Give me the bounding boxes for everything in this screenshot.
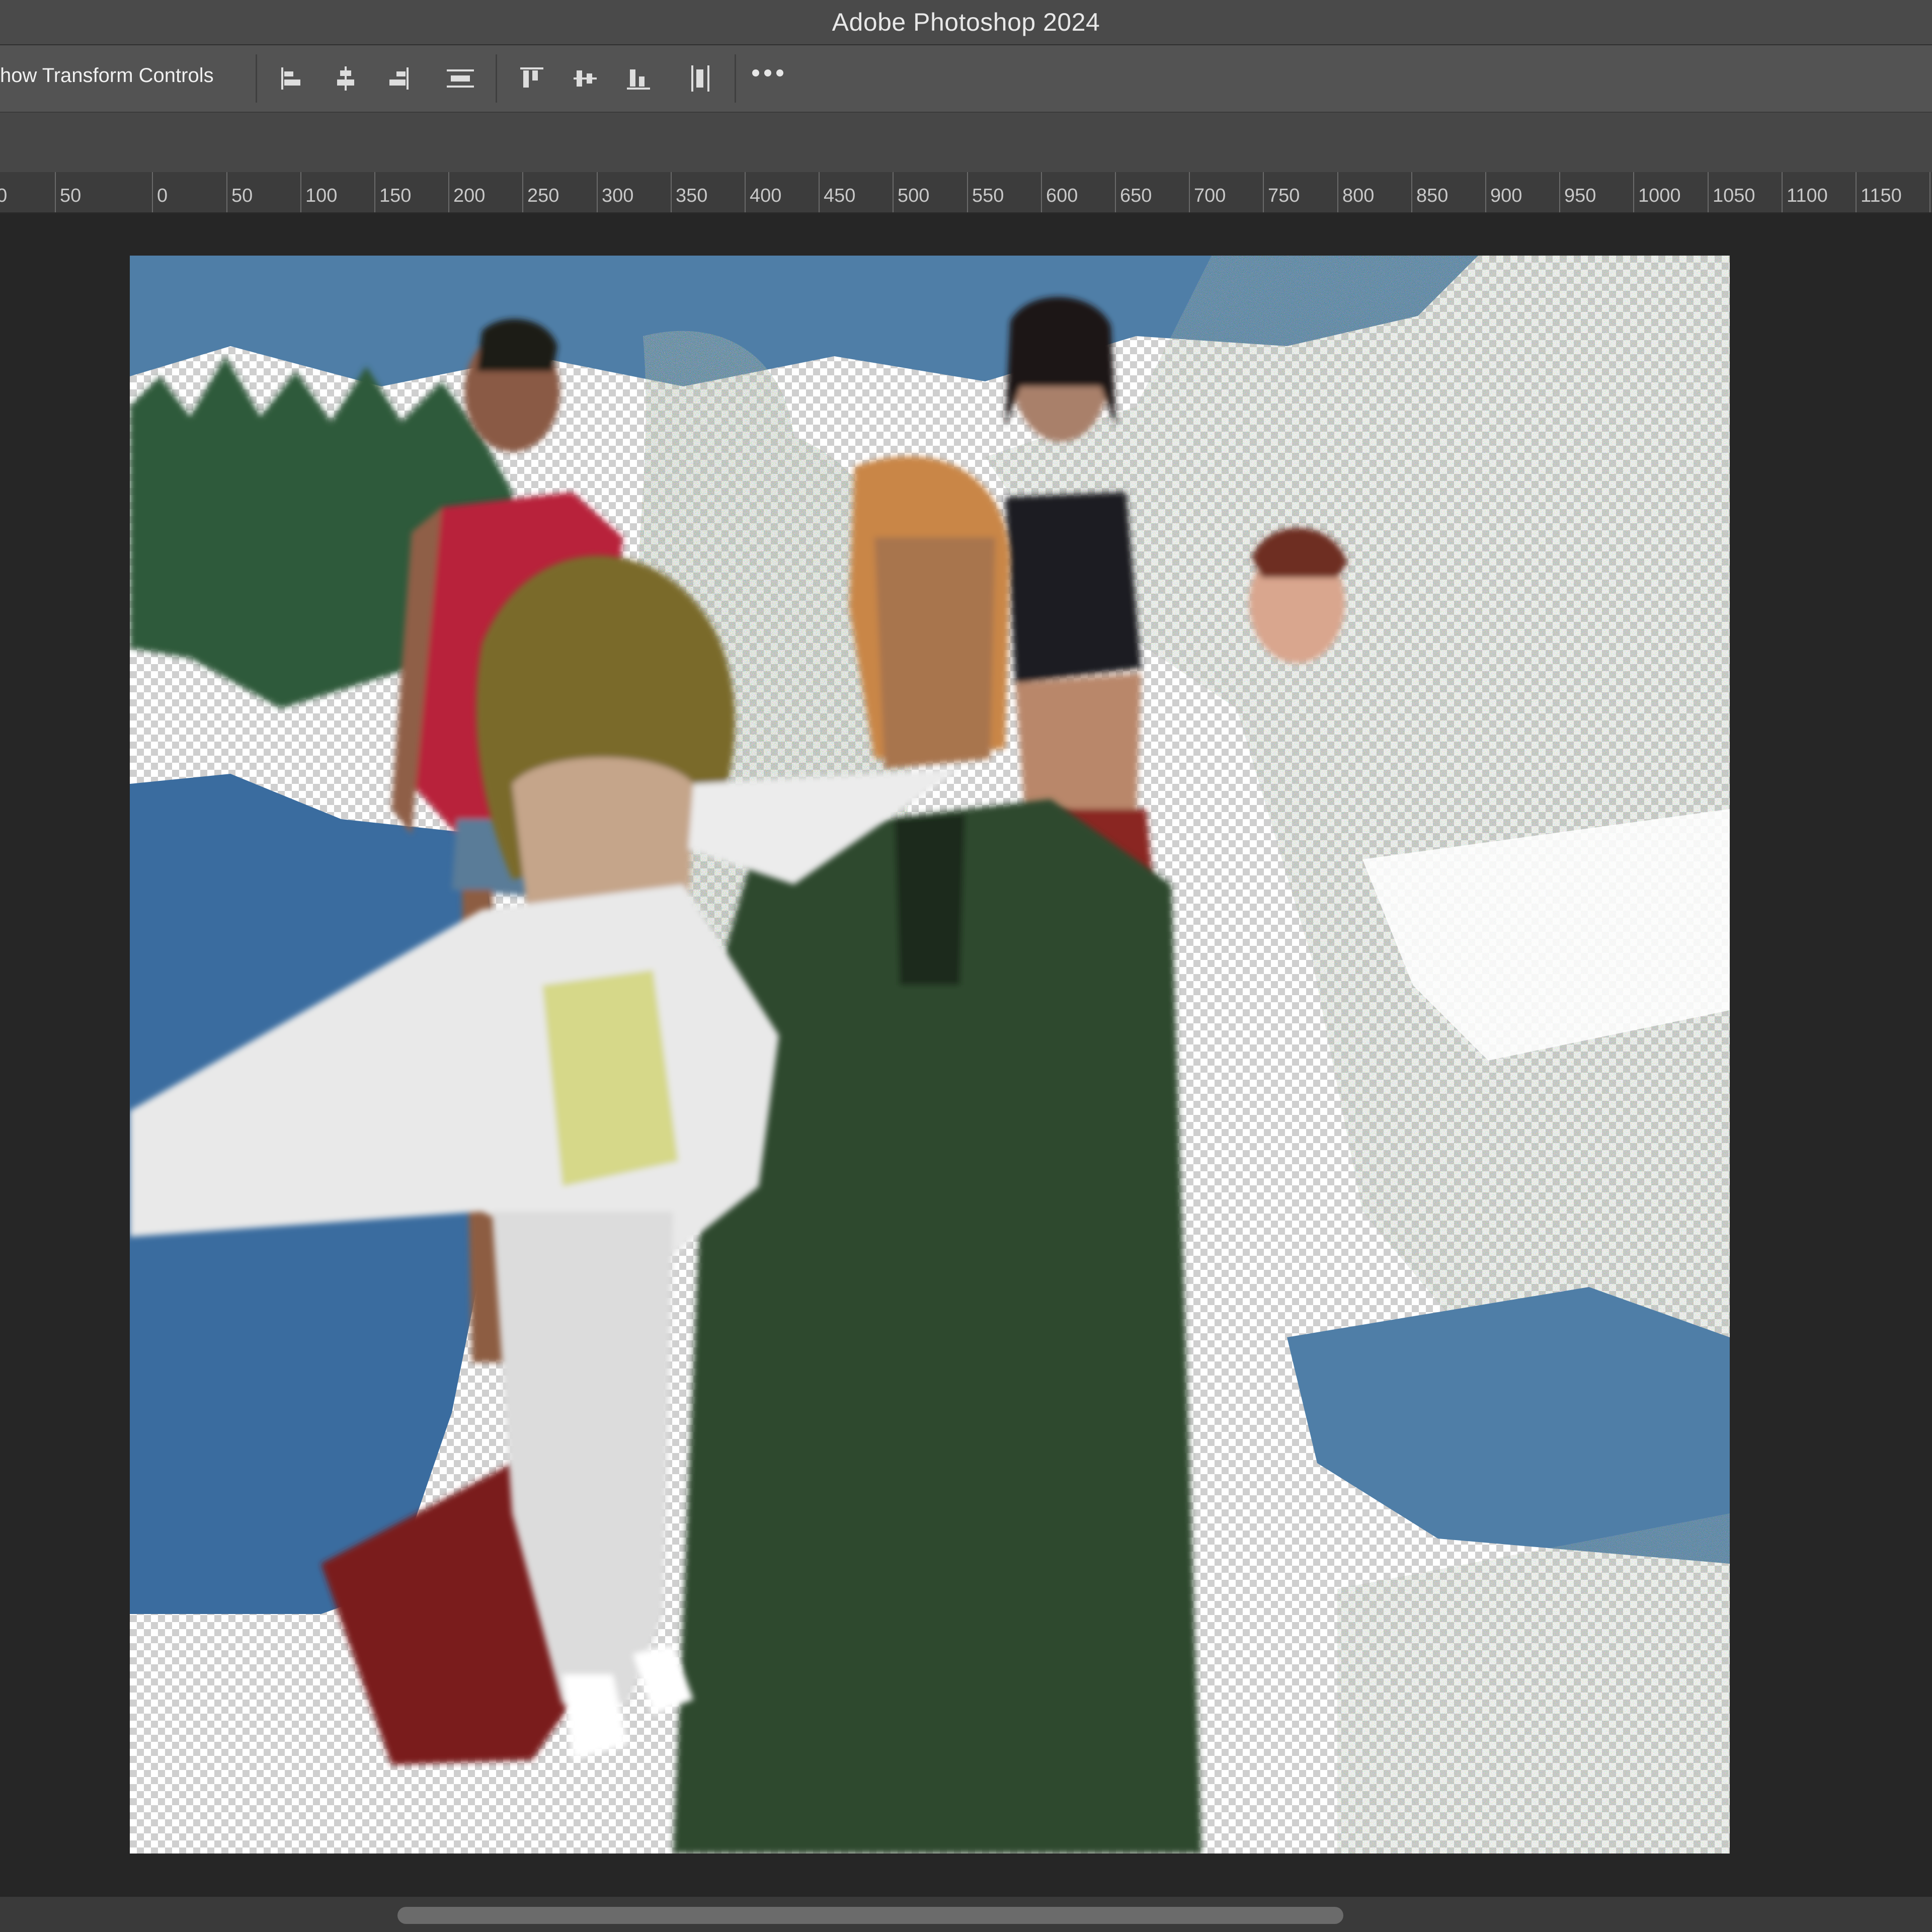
ruler-tick (967, 172, 968, 212)
options-bar: how Transform Controls (0, 45, 1932, 113)
ruler-tick (1782, 172, 1783, 212)
ruler-tick (448, 172, 449, 212)
ruler-tick (1856, 172, 1857, 212)
align-right-edges-icon[interactable] (380, 60, 416, 97)
ruler-label: 1000 (1638, 185, 1681, 206)
document-canvas[interactable] (130, 256, 1730, 1854)
ruler-tick (1337, 172, 1338, 212)
canvas-workspace[interactable] (0, 213, 1932, 1897)
ruler-tick (300, 172, 301, 212)
ruler-label: 450 (824, 185, 856, 206)
ruler-label: 00 (0, 185, 8, 206)
ruler-label: 500 (898, 185, 930, 206)
ruler-label: 800 (1342, 185, 1375, 206)
distribute-vertical-icon[interactable] (683, 60, 718, 97)
ruler-tick (745, 172, 746, 212)
ruler-tick (374, 172, 375, 212)
ruler-tick (671, 172, 672, 212)
lower-right-water (1287, 1287, 1730, 1564)
ruler-label: 700 (1194, 185, 1226, 206)
ruler-tick (522, 172, 523, 212)
ruler-tick (1708, 172, 1709, 212)
align-left-edges-icon[interactable] (274, 60, 309, 97)
ruler-tick (1633, 172, 1634, 212)
toolbar-separator (496, 54, 497, 103)
toolbar-separator (256, 54, 257, 103)
align-top-edges-icon[interactable] (514, 60, 549, 97)
ruler-label: 250 (527, 185, 559, 206)
ruler-label: 1050 (1713, 185, 1755, 206)
ruler-label: 200 (453, 185, 486, 206)
ruler-tick (597, 172, 598, 212)
horizontal-ruler[interactable]: 0050050100150200250300350400450500550600… (0, 172, 1932, 213)
collage-artwork (130, 256, 1730, 1854)
toolbar-separator (735, 54, 736, 103)
ruler-label: 50 (231, 185, 253, 206)
lower-right-noise (1337, 1513, 1730, 1854)
ruler-tick (1263, 172, 1264, 212)
ruler-label: 950 (1564, 185, 1596, 206)
ruler-tick (1485, 172, 1486, 212)
ruler-label: 300 (602, 185, 634, 206)
ruler-tick (1929, 172, 1930, 212)
ruler-label: 0 (157, 185, 168, 206)
ruler-tick (152, 172, 153, 212)
show-transform-controls-label[interactable]: how Transform Controls (0, 64, 214, 87)
ruler-tick (1041, 172, 1042, 212)
ruler-label: 350 (676, 185, 708, 206)
more-options-icon[interactable] (752, 69, 783, 76)
app-title: Adobe Photoshop 2024 (832, 8, 1100, 36)
ruler-label: 50 (60, 185, 82, 206)
distribute-horizontal-icon[interactable] (443, 60, 478, 97)
ruler-tick (893, 172, 894, 212)
ruler-tick (226, 172, 227, 212)
ruler-label: 850 (1416, 185, 1448, 206)
ruler-tick (1559, 172, 1560, 212)
align-horizontal-centers-icon[interactable] (328, 60, 363, 97)
ruler-label: 900 (1490, 185, 1522, 206)
ruler-tick (1115, 172, 1116, 212)
floating-head (1249, 528, 1347, 663)
ruler-label: 750 (1268, 185, 1300, 206)
horizontal-scrollbar-thumb[interactable] (397, 1907, 1343, 1924)
ruler-label: 1150 (1861, 185, 1902, 206)
ruler-label: 600 (1046, 185, 1078, 206)
ruler-tick (1189, 172, 1190, 212)
ruler-label: 1100 (1787, 185, 1828, 206)
ruler-tick (819, 172, 820, 212)
ruler-label: 400 (750, 185, 782, 206)
ruler-label: 550 (972, 185, 1004, 206)
align-vertical-centers-icon[interactable] (568, 60, 603, 97)
ruler-label: 650 (1120, 185, 1152, 206)
ruler-tick (55, 172, 56, 212)
document-bar (0, 113, 1932, 172)
align-bottom-edges-icon[interactable] (621, 60, 656, 97)
ruler-label: 150 (379, 185, 412, 206)
title-bar: Adobe Photoshop 2024 (0, 0, 1932, 45)
ruler-label: 100 (305, 185, 338, 206)
ruler-tick (1411, 172, 1412, 212)
